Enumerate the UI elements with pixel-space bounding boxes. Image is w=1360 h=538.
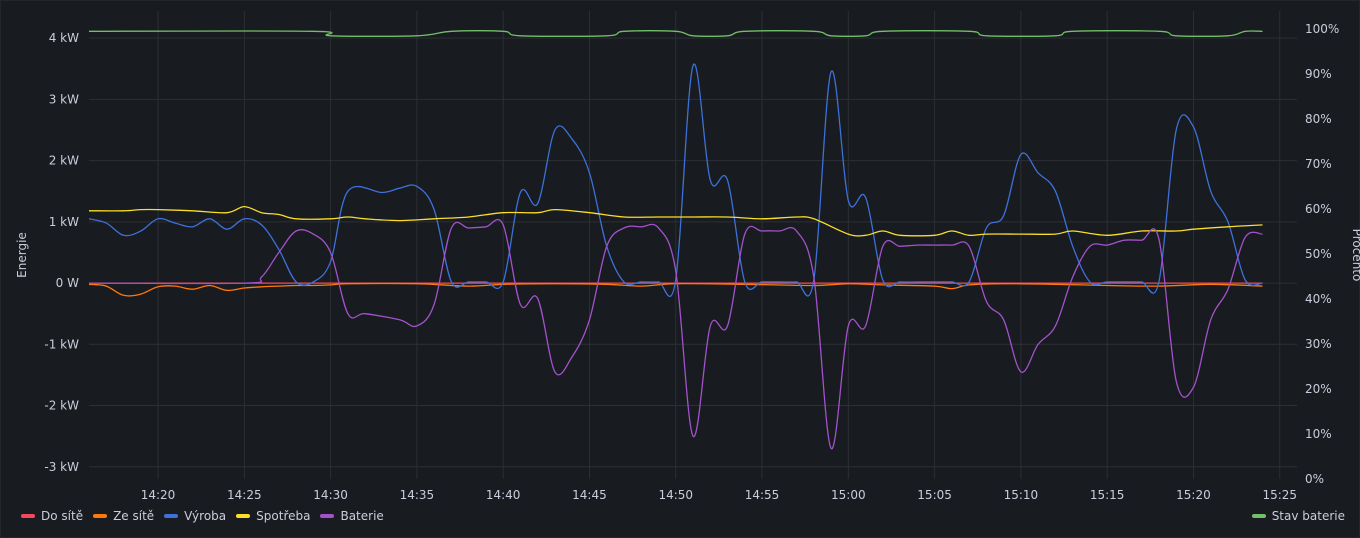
legend-label: Baterie <box>340 509 384 523</box>
x-axis-ticks: 14:20 14:25 14:30 14:35 14:40 14:45 14:50 14:55… <box>141 488 1297 501</box>
y-right-tick-label: 60% <box>1305 202 1332 216</box>
y-right-tick-label: 20% <box>1305 382 1332 396</box>
y-right-tick-label: 100% <box>1305 22 1339 36</box>
y-right-tick-label: 50% <box>1305 247 1332 261</box>
x-tick-label: 14:35 <box>400 488 435 501</box>
legend-item[interactable]: Výroba <box>164 509 226 523</box>
y-left-tick-label: 1 kW <box>49 215 79 229</box>
x-tick-label: 14:55 <box>745 488 780 501</box>
legend-swatch <box>236 514 251 518</box>
y-right-tick-label: 90% <box>1305 67 1332 81</box>
x-tick-label: 14:45 <box>572 488 607 501</box>
x-tick-label: 15:10 <box>1004 488 1039 501</box>
chart-panel: 4 kW 3 kW 2 kW 1 kW 0 W -1 kW -2 kW -3 kW 100% 9… <box>0 0 1360 538</box>
y-right-tick-label: 40% <box>1305 292 1332 306</box>
legend-left: Do sítě Ze sítě Výroba Spotřeba Baterie <box>21 509 384 523</box>
legend-item[interactable]: Baterie <box>320 509 384 523</box>
x-tick-label: 15:25 <box>1262 488 1297 501</box>
x-tick-label: 15:15 <box>1090 488 1125 501</box>
y-left-tick-label: 3 kW <box>49 92 79 106</box>
x-tick-label: 15:05 <box>917 488 952 501</box>
legend-item[interactable]: Spotřeba <box>236 509 310 523</box>
left-axis-title: Energie <box>15 232 29 278</box>
legend-swatch <box>21 514 35 518</box>
x-tick-label: 14:20 <box>141 488 176 501</box>
time-series-chart: 4 kW 3 kW 2 kW 1 kW 0 W -1 kW -2 kW -3 kW 100% 9… <box>15 11 1360 501</box>
legend-swatch <box>164 514 179 518</box>
x-tick-label: 15:00 <box>831 488 866 501</box>
legend-label: Ze sítě <box>113 509 155 523</box>
x-tick-label: 14:50 <box>658 488 693 501</box>
y-right-tick-label: 70% <box>1305 157 1332 171</box>
grid <box>89 11 1297 479</box>
y-left-tick-label: -1 kW <box>44 337 79 351</box>
left-axis-ticks: 4 kW 3 kW 2 kW 1 kW 0 W -1 kW -2 kW -3 kW <box>44 31 79 474</box>
x-tick-label: 14:30 <box>313 488 348 501</box>
legend-swatch <box>93 514 108 518</box>
x-tick-label: 15:20 <box>1176 488 1211 501</box>
legend-label: Spotřeba <box>256 509 311 523</box>
y-left-tick-label: -3 kW <box>44 460 79 474</box>
x-tick-label: 14:25 <box>227 488 262 501</box>
y-left-tick-label: -2 kW <box>44 399 79 413</box>
y-right-tick-label: 10% <box>1305 427 1332 441</box>
legend-label: Výroba <box>184 509 227 523</box>
y-left-tick-label: 2 kW <box>49 154 79 168</box>
x-tick-label: 14:40 <box>486 488 521 501</box>
legend-item[interactable]: Do sítě <box>21 509 83 523</box>
y-right-tick-label: 0% <box>1305 472 1324 486</box>
legend-label: Stav baterie <box>1271 509 1345 523</box>
legend-item[interactable]: Stav baterie <box>1251 509 1345 523</box>
right-axis-title: Procento <box>1350 229 1360 282</box>
legend-swatch <box>320 514 335 518</box>
y-right-tick-label: 30% <box>1305 337 1332 351</box>
legend-swatch <box>1251 514 1266 518</box>
right-axis-ticks: 100% 90% 80% 70% 60% 50% 40% 30% 20% 10% 0% <box>1305 22 1339 486</box>
legend-label: Do sítě <box>41 509 84 523</box>
y-right-tick-label: 80% <box>1305 112 1332 126</box>
legend-right: Stav baterie <box>1251 509 1345 523</box>
y-left-tick-label: 4 kW <box>49 31 79 45</box>
y-left-tick-label: 0 W <box>56 276 79 290</box>
legend-item[interactable]: Ze sítě <box>93 509 154 523</box>
